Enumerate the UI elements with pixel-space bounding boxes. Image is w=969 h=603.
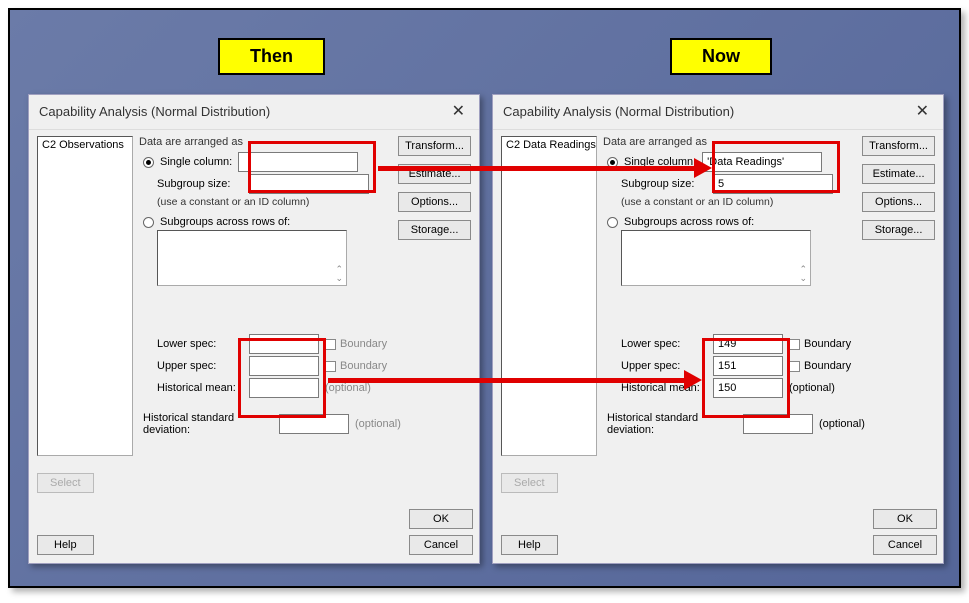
ok-button[interactable]: OK xyxy=(409,509,473,529)
scroll-down-icon[interactable]: ⌄ xyxy=(335,274,343,283)
subgroup-input[interactable] xyxy=(249,174,369,194)
upper-spec-input[interactable] xyxy=(249,356,319,376)
hist-mean-input[interactable] xyxy=(249,378,319,398)
upper-spec-input[interactable] xyxy=(713,356,783,376)
radio-single-column[interactable] xyxy=(143,157,154,168)
single-column-input[interactable] xyxy=(702,152,822,172)
lower-spec-input[interactable] xyxy=(249,334,319,354)
help-button[interactable]: Help xyxy=(37,535,94,555)
help-button[interactable]: Help xyxy=(501,535,558,555)
optional-label: (optional) xyxy=(819,418,865,430)
hist-mean-label: Historical mean: xyxy=(157,382,243,394)
optional-label: (optional) xyxy=(789,382,835,394)
titlebar: Capability Analysis (Normal Distribution… xyxy=(29,95,479,130)
hist-sd-input[interactable] xyxy=(279,414,349,434)
estimate-button[interactable]: Estimate... xyxy=(862,164,935,184)
radio-across-label: Subgroups across rows of: xyxy=(160,216,290,228)
dialog-title: Capability Analysis (Normal Distribution… xyxy=(503,104,734,119)
lower-boundary-check[interactable] xyxy=(325,339,336,350)
dialog-then: Capability Analysis (Normal Distribution… xyxy=(28,94,480,564)
upper-spec-label: Upper spec: xyxy=(157,360,243,372)
hist-sd-input[interactable] xyxy=(743,414,813,434)
transform-button[interactable]: Transform... xyxy=(862,136,935,156)
hist-mean-input[interactable] xyxy=(713,378,783,398)
column-list[interactable]: C2 Observations xyxy=(37,136,133,456)
boundary-label: Boundary xyxy=(340,338,387,350)
select-button: Select xyxy=(501,473,558,493)
subgroup-label: Subgroup size: xyxy=(157,178,243,190)
boundary-label: Boundary xyxy=(804,360,851,372)
scroll-down-icon[interactable]: ⌄ xyxy=(799,274,807,283)
boundary-label: Boundary xyxy=(340,360,387,372)
transform-button[interactable]: Transform... xyxy=(398,136,471,156)
close-icon[interactable]: ✕ xyxy=(912,101,933,121)
titlebar: Capability Analysis (Normal Distribution… xyxy=(493,95,943,130)
lower-spec-label: Lower spec: xyxy=(621,338,707,350)
upper-boundary-check[interactable] xyxy=(325,361,336,372)
comparison-frame: Then Now Capability Analysis (Normal Dis… xyxy=(8,8,961,588)
radio-across-rows[interactable] xyxy=(607,217,618,228)
lower-spec-label: Lower spec: xyxy=(157,338,243,350)
optional-label: (optional) xyxy=(325,382,371,394)
hist-sd-label: Historical standard deviation: xyxy=(143,412,273,436)
ok-button[interactable]: OK xyxy=(873,509,937,529)
now-tag: Now xyxy=(670,38,772,75)
options-button[interactable]: Options... xyxy=(398,192,471,212)
radio-across-rows[interactable] xyxy=(143,217,154,228)
subgroup-input[interactable] xyxy=(713,174,833,194)
storage-button[interactable]: Storage... xyxy=(862,220,935,240)
radio-single-label: Single column: xyxy=(160,156,232,168)
across-rows-list[interactable]: ⌃ ⌄ xyxy=(157,230,347,286)
single-column-input[interactable] xyxy=(238,152,358,172)
dialog-title: Capability Analysis (Normal Distribution… xyxy=(39,104,270,119)
cancel-button[interactable]: Cancel xyxy=(873,535,937,555)
lower-spec-input[interactable] xyxy=(713,334,783,354)
storage-button[interactable]: Storage... xyxy=(398,220,471,240)
upper-boundary-check[interactable] xyxy=(789,361,800,372)
dialog-now: Capability Analysis (Normal Distribution… xyxy=(492,94,944,564)
select-button: Select xyxy=(37,473,94,493)
cancel-button[interactable]: Cancel xyxy=(409,535,473,555)
close-icon[interactable]: ✕ xyxy=(448,101,469,121)
across-rows-list[interactable]: ⌃ ⌄ xyxy=(621,230,811,286)
column-list[interactable]: C2 Data Readings xyxy=(501,136,597,456)
options-button[interactable]: Options... xyxy=(862,192,935,212)
then-tag: Then xyxy=(218,38,325,75)
boundary-label: Boundary xyxy=(804,338,851,350)
lower-boundary-check[interactable] xyxy=(789,339,800,350)
hist-sd-label: Historical standard deviation: xyxy=(607,412,737,436)
radio-across-label: Subgroups across rows of: xyxy=(624,216,754,228)
subgroup-label: Subgroup size: xyxy=(621,178,707,190)
optional-label: (optional) xyxy=(355,418,401,430)
